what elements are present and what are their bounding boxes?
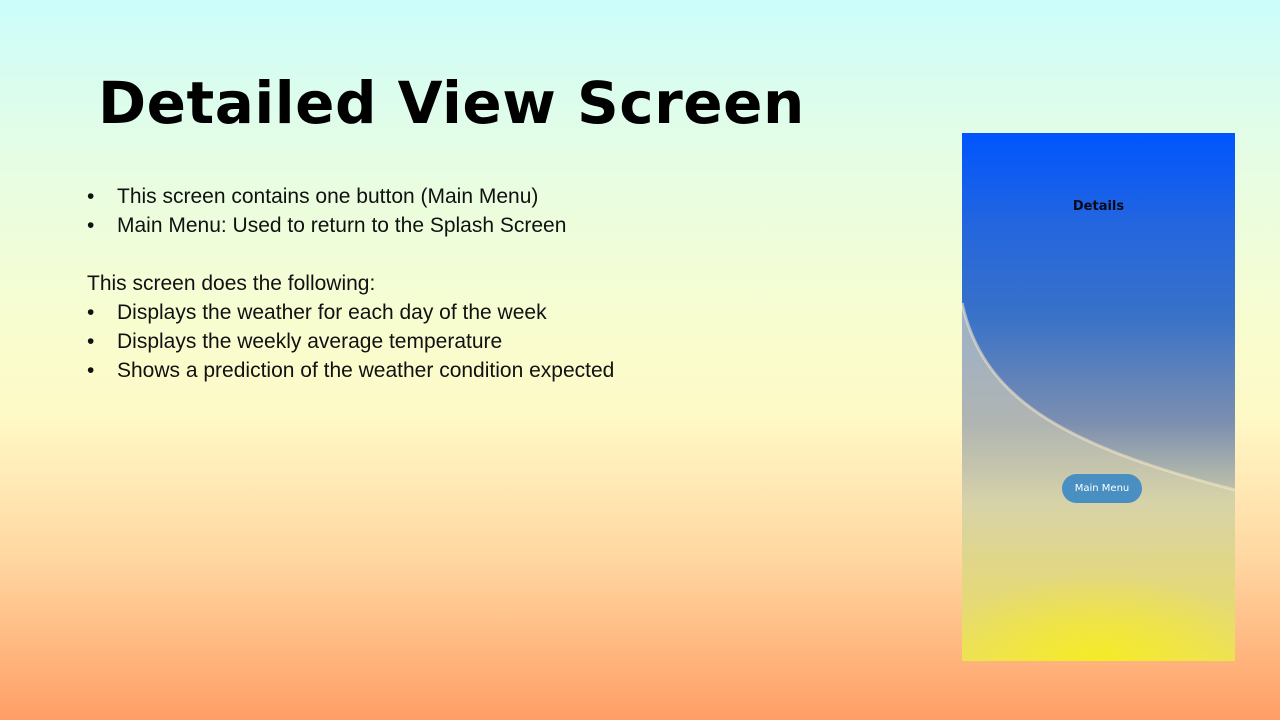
features-intro: This screen does the following: — [87, 272, 376, 295]
bullet-icon: • — [87, 301, 95, 324]
list-item-text: Displays the weather for each day of the… — [117, 301, 547, 324]
bullet-icon: • — [87, 185, 95, 208]
slide-title: Detailed View Screen — [98, 69, 805, 137]
list-item: • Displays the weekly average temperatur… — [87, 327, 867, 356]
list-item: • Shows a prediction of the weather cond… — [87, 356, 867, 385]
main-menu-button[interactable]: Main Menu — [1062, 474, 1142, 503]
button-description-list: • This screen contains one button (Main … — [87, 182, 867, 240]
list-item-text: Displays the weekly average temperature — [117, 330, 503, 353]
feature-list: • Displays the weather for each day of t… — [87, 298, 867, 385]
list-item-text: Main Menu: Used to return to the Splash … — [117, 214, 567, 237]
list-item: • This screen contains one button (Main … — [87, 182, 867, 211]
list-item-text: This screen contains one button (Main Me… — [117, 185, 539, 208]
bullet-icon: • — [87, 359, 95, 382]
bullet-icon: • — [87, 214, 95, 237]
list-item: • Displays the weather for each day of t… — [87, 298, 867, 327]
list-item: • Main Menu: Used to return to the Splas… — [87, 211, 867, 240]
slide-content: • This screen contains one button (Main … — [87, 182, 867, 385]
phone-screen-title: Details — [1072, 199, 1125, 214]
list-item-text: Shows a prediction of the weather condit… — [117, 359, 615, 382]
phone-screenshot: Details Main Menu — [962, 133, 1235, 661]
bullet-icon: • — [87, 330, 95, 353]
